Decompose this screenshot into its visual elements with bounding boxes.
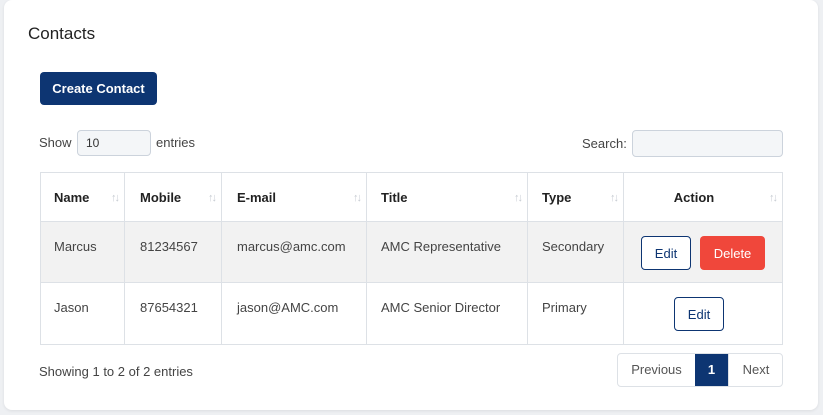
search-input[interactable] bbox=[632, 130, 783, 157]
contacts-table: Name ↑↓ Mobile ↑↓ E-mail ↑↓ Title ↑↓ Typ… bbox=[40, 172, 783, 345]
sort-arrows-icon: ↑↓ bbox=[208, 192, 217, 204]
cell-email: marcus@amc.com bbox=[222, 222, 367, 282]
delete-button[interactable]: Delete bbox=[700, 236, 765, 270]
entries-per-page-input[interactable]: 10 bbox=[77, 130, 151, 156]
column-header-label: Title bbox=[381, 190, 408, 205]
cell-email: jason@AMC.com bbox=[222, 283, 367, 344]
page-1-button[interactable]: 1 bbox=[695, 354, 728, 386]
entries-label: entries bbox=[156, 135, 196, 150]
column-header-label: Mobile bbox=[140, 190, 182, 205]
column-header-type[interactable]: Type ↑↓ bbox=[528, 173, 624, 222]
column-header-label: Name bbox=[54, 190, 90, 205]
sort-arrows-icon: ↑↓ bbox=[610, 192, 619, 204]
sort-arrows-icon: ↑↓ bbox=[111, 192, 120, 204]
sort-arrows-icon: ↑↓ bbox=[769, 192, 778, 204]
search-label: Search: bbox=[582, 136, 627, 151]
edit-button[interactable]: Edit bbox=[674, 297, 724, 331]
table-info: Showing 1 to 2 of 2 entries bbox=[39, 364, 193, 379]
next-page-button[interactable]: Next bbox=[728, 354, 782, 386]
table-row: Jason 87654321 jason@AMC.com AMC Senior … bbox=[41, 283, 782, 344]
cell-action: Edit bbox=[624, 283, 782, 344]
cell-action: Edit Delete bbox=[624, 222, 782, 282]
sort-arrows-icon: ↑↓ bbox=[353, 192, 362, 204]
cell-title: AMC Senior Director bbox=[367, 283, 528, 344]
cell-type: Primary bbox=[528, 283, 624, 344]
column-header-mobile[interactable]: Mobile ↑↓ bbox=[125, 173, 222, 222]
cell-type: Secondary bbox=[528, 222, 624, 282]
show-label: Show bbox=[39, 135, 72, 150]
cell-name: Jason bbox=[41, 283, 125, 344]
pagination: Previous 1 Next bbox=[617, 353, 783, 387]
cell-mobile: 87654321 bbox=[125, 283, 222, 344]
cell-mobile: 81234567 bbox=[125, 222, 222, 282]
column-header-title[interactable]: Title ↑↓ bbox=[367, 173, 528, 222]
edit-button[interactable]: Edit bbox=[641, 236, 691, 270]
column-header-label: Type bbox=[542, 190, 572, 205]
column-header-name[interactable]: Name ↑↓ bbox=[41, 173, 125, 222]
create-contact-button[interactable]: Create Contact bbox=[40, 72, 157, 105]
sort-arrows-icon: ↑↓ bbox=[514, 192, 523, 204]
column-header-action[interactable]: Action ↑↓ bbox=[624, 173, 782, 222]
cell-title: AMC Representative bbox=[367, 222, 528, 282]
column-header-label: E-mail bbox=[237, 190, 277, 205]
cell-name: Marcus bbox=[41, 222, 125, 282]
previous-page-button[interactable]: Previous bbox=[618, 354, 696, 386]
column-header-label: Action bbox=[673, 190, 715, 205]
column-header-email[interactable]: E-mail ↑↓ bbox=[222, 173, 367, 222]
page-title: Contacts bbox=[28, 24, 96, 43]
table-row: Marcus 81234567 marcus@amc.com AMC Repre… bbox=[41, 222, 782, 283]
